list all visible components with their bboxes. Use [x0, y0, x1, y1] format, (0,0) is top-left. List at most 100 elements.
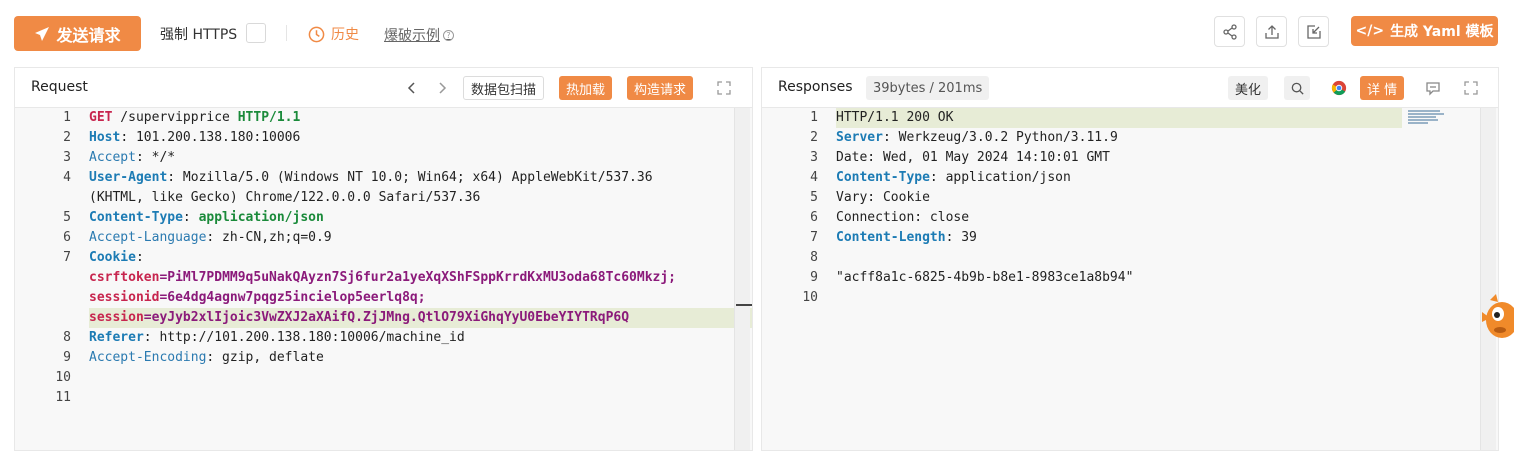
line-number: 6 [63, 230, 71, 245]
code-text: HTTP/1.1 200 OK [836, 108, 953, 128]
line-number: 1 [63, 110, 71, 125]
line-number: 7 [63, 250, 71, 265]
code-token: Cookie [89, 250, 136, 265]
responses-title: Responses [778, 79, 853, 95]
code-token: User-Agent [89, 170, 168, 185]
code-token: Host [89, 130, 121, 145]
request-panel-header: Request 数据包扫描 热加载 构造请求 [15, 68, 752, 108]
code-text: (KHTML, like Gecko) Chrome/122.0.0.0 Saf… [89, 188, 480, 208]
import-button[interactable] [1298, 16, 1329, 47]
code-text: Accept-Language: zh-CN,zh;q=0.9 [89, 228, 332, 248]
code-text: Host: 101.200.138.180:10006 [89, 128, 300, 148]
chrome-icon[interactable] [1330, 79, 1348, 97]
comment-icon[interactable] [1424, 79, 1442, 97]
chevron-right-icon[interactable] [433, 79, 451, 97]
code-token: HTTP/1.1 200 OK [836, 110, 954, 125]
code-text: Date: Wed, 01 May 2024 14:10:01 GMT [836, 148, 1110, 168]
packet-scan-button[interactable]: 数据包扫描 [463, 76, 545, 100]
code-text: Content-Type: application/json [89, 208, 324, 228]
code-text: Referer: http://101.200.138.180:10006/ma… [89, 328, 465, 348]
code-token: : zh-CN,zh;q=0.9 [206, 230, 332, 245]
send-request-button[interactable]: 发送请求 [14, 16, 141, 51]
generate-yaml-label: 生成 Yaml 模板 [1390, 24, 1494, 40]
line-number: 4 [810, 170, 818, 185]
force-https-checkbox[interactable] [246, 23, 266, 43]
code-token: Accept-Encoding [89, 350, 207, 365]
code-token: : [135, 250, 144, 265]
upload-button[interactable] [1256, 16, 1287, 47]
response-size-badge: 39bytes / 201ms [866, 76, 990, 100]
line-number: 5 [810, 190, 818, 205]
line-number: 10 [802, 290, 818, 305]
search-button[interactable] [1284, 76, 1310, 100]
line-number: 6 [810, 210, 818, 225]
line-number: 9 [810, 270, 818, 285]
code-token: "acff8a1c-6825-4b9b-b8e1-8983ce1a8b94" [836, 270, 1134, 285]
code-token: : Mozilla/5.0 (Windows NT 10.0; Win64; x… [167, 170, 653, 185]
code-text: csrftoken=PiMl7PDMM9q5uNakQAyzn7Sj6fur2a… [89, 268, 676, 288]
line-number: 4 [63, 170, 71, 185]
code-text: User-Agent: Mozilla/5.0 (Windows NT 10.0… [89, 168, 653, 188]
divider [286, 25, 287, 41]
request-scrollbar[interactable] [734, 108, 750, 450]
import-icon [1306, 24, 1321, 39]
code-token: : gzip, deflate [206, 350, 324, 365]
history-button[interactable]: 历史 [308, 24, 359, 44]
response-editor[interactable]: 1 HTTP/1.1 200 OK 2 Server: Werkzeug/3.0.2 … [762, 108, 1498, 450]
send-icon [35, 26, 50, 41]
request-editor[interactable]: 1 GET /supervipprice HTTP/1.1 2 Host: 101.2… [15, 108, 752, 450]
code-token: Vary: Cookie [836, 190, 930, 205]
code-text: Cookie: [89, 248, 144, 268]
hot-load-button[interactable]: 热加载 [559, 76, 613, 100]
line-number: 11 [55, 390, 71, 405]
code-text: Server: Werkzeug/3.0.2 Python/3.11.9 [836, 128, 1118, 148]
code-token: : */* [135, 150, 176, 165]
code-token: : http://101.200.138.180:10006/machine_i… [143, 330, 465, 345]
code-token: csrftoken [89, 270, 160, 285]
help-icon[interactable]: ? [443, 29, 454, 41]
clock-icon [308, 26, 325, 42]
share-icon [1222, 23, 1237, 40]
expand-icon[interactable] [1462, 79, 1480, 97]
build-request-button[interactable]: 构造请求 [627, 76, 694, 100]
line-number: 8 [810, 250, 818, 265]
code-token: : 101.200.138.180:10006 [120, 130, 301, 145]
line-number: 2 [810, 130, 818, 145]
share-button[interactable] [1214, 16, 1245, 47]
line-number: 9 [63, 350, 71, 365]
blast-example-link[interactable]: 爆破示例 ? [384, 25, 454, 45]
code-token: Connection: close [836, 210, 970, 225]
code-token: =eyJyb2xlIjoic3VwZXJ2aXAifQ.ZjJMng.QtlO7… [143, 310, 630, 325]
code-text: Accept-Encoding: gzip, deflate [89, 348, 324, 368]
code-token: (KHTML, like Gecko) Chrome/122.0.0.0 Saf… [89, 190, 481, 205]
code-token: HTTP/1.1 [237, 110, 301, 125]
code-token: /supervipprice [112, 110, 238, 125]
code-text: Connection: close [836, 208, 969, 228]
search-icon [1291, 82, 1304, 95]
code-token: Date: Wed, 01 May 2024 14:10:01 GMT [836, 150, 1110, 165]
history-label: 历史 [331, 27, 359, 43]
code-text: Content-Type: application/json [836, 168, 1071, 188]
minimap[interactable] [1408, 110, 1446, 128]
response-scrollbar[interactable] [1480, 108, 1496, 450]
detail-button[interactable]: 详 情 [1360, 76, 1405, 100]
expand-icon[interactable] [715, 79, 733, 97]
code-token: application/json [198, 210, 324, 225]
code-token: Server [836, 130, 883, 145]
line-number: 3 [810, 150, 818, 165]
code-token: Accept-Language [89, 230, 207, 245]
code-token: : Werkzeug/3.0.2 Python/3.11.9 [882, 130, 1118, 145]
scroll-position-marker [736, 304, 752, 306]
code-token: GET [89, 110, 113, 125]
code-icon: </> [1355, 23, 1385, 39]
code-token: session [89, 310, 144, 325]
code-token: sessionid [89, 290, 160, 305]
code-text: "acff8a1c-6825-4b9b-b8e1-8983ce1a8b94" [836, 268, 1133, 288]
code-text: sessionid=6e4dg4agnw7pqgz5incielop5eerlq… [89, 288, 426, 308]
code-text: session=eyJyb2xlIjoic3VwZXJ2aXAifQ.ZjJMn… [89, 308, 629, 328]
code-token: : 39 [945, 230, 977, 245]
generate-yaml-button[interactable]: </> 生成 Yaml 模板 [1351, 16, 1498, 46]
mascot-icon[interactable] [1476, 292, 1514, 344]
beautify-button[interactable]: 美化 [1228, 76, 1269, 100]
chevron-left-icon[interactable] [403, 79, 421, 97]
